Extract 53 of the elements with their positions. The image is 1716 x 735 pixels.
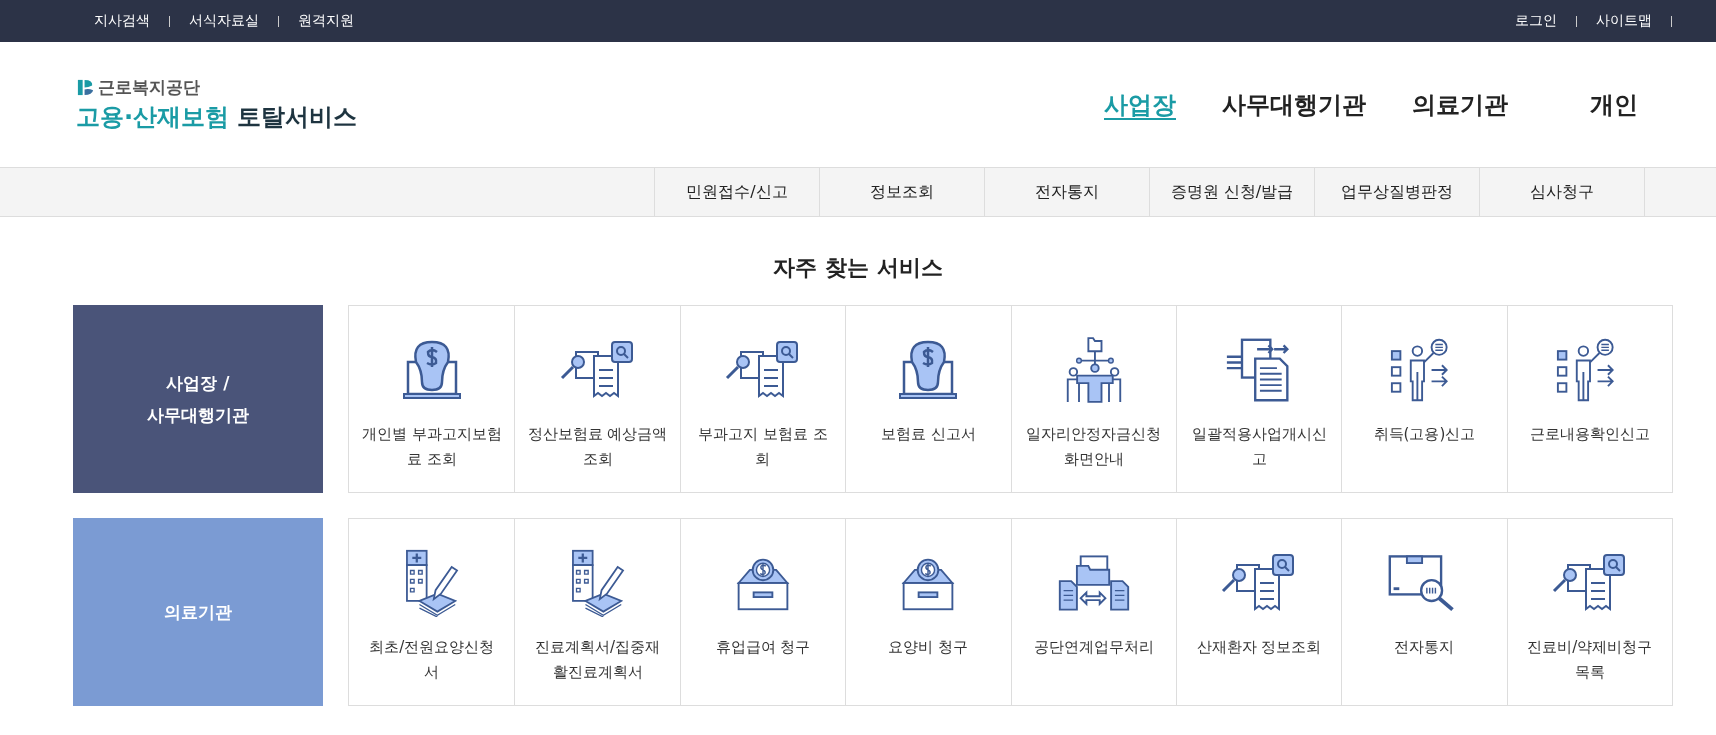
service-tile[interactable]: 개인별 부과고지보험료 조회 — [349, 306, 515, 492]
main-nav-tab[interactable]: 사무대행기관 — [1216, 88, 1372, 121]
logo-title: 토탈서비스 — [237, 102, 358, 133]
service-tile[interactable]: 공단연계업무처리 — [1010, 519, 1176, 705]
category-title: 사업장 / 사무대행기관 — [147, 371, 249, 427]
main-nav-tab[interactable]: 개인 — [1584, 88, 1644, 121]
sub-nav-item[interactable]: 민원접수/신고 — [654, 168, 819, 216]
section-title: 자주 찾는 서비스 — [772, 254, 944, 282]
top-link[interactable]: 사이트맵 — [1596, 12, 1652, 30]
service-tile[interactable]: 취득(고용)신고 — [1341, 306, 1507, 492]
sub-nav-item[interactable]: 업무상질병판정 — [1314, 168, 1479, 216]
sub-nav-item[interactable]: 정보조회 — [819, 168, 984, 216]
service-label: 공단연계업무처리 — [1033, 637, 1154, 658]
service-label: 취득(고용)신고 — [1373, 424, 1476, 445]
sub-nav-item[interactable]: 전자통지 — [984, 168, 1149, 216]
logo-icon — [76, 78, 95, 97]
service-label: 부과고지 보험료 조회 — [697, 424, 829, 470]
top-link[interactable]: 원격지원 — [298, 12, 354, 30]
service-label: 요양비 청구 — [888, 637, 969, 658]
logo-title-accent: 고용·산재보험 — [76, 102, 230, 133]
category-title: 의료기관 — [164, 600, 232, 624]
service-label: 산재환자 정보조회 — [1196, 637, 1322, 658]
logo-org-name: 근로복지공단 — [98, 76, 200, 99]
service-label: 휴업급여 청구 — [715, 637, 811, 658]
service-tile[interactable]: 일괄적용사업개시신고 — [1175, 306, 1342, 492]
service-label: 일자리안정자금신청화면안내 — [1025, 424, 1163, 470]
sub-nav-item[interactable]: 증명원 신청/발급 — [1149, 168, 1314, 216]
top-link[interactable]: 로그인 — [1515, 12, 1557, 30]
service-tile[interactable]: 전자통지 — [1341, 519, 1507, 705]
service-tile[interactable]: 보험료 신고서 — [845, 306, 1011, 492]
service-label: 최초/전원요양신청서 — [368, 637, 496, 683]
service-tile[interactable]: 요양비 청구 — [845, 519, 1011, 705]
service-label: 진료계획서/집중재활진료계획서 — [534, 637, 662, 683]
service-label: 근로내용확인신고 — [1529, 424, 1650, 445]
service-label: 일괄적용사업개시신고 — [1190, 424, 1328, 470]
service-tile[interactable]: 정산보험료 예상금액 조회 — [514, 306, 680, 492]
service-label: 정산보험료 예상금액 조회 — [527, 424, 668, 470]
service-label: 보험료 신고서 — [880, 424, 976, 445]
service-label: 전자통지 — [1394, 637, 1455, 658]
service-tile[interactable]: 산재환자 정보조회 — [1175, 519, 1342, 705]
service-label: 개인별 부과고지보험료 조회 — [361, 424, 502, 470]
service-tile[interactable]: 근로내용확인신고 — [1506, 306, 1672, 492]
top-link[interactable]: 서식자료실 — [189, 12, 259, 30]
service-label: 진료비/약제비청구목록 — [1526, 637, 1654, 683]
main-nav-tab[interactable]: 의료기관 — [1406, 88, 1514, 121]
service-tile[interactable]: 일자리안정자금신청화면안내 — [1010, 306, 1176, 492]
service-tile[interactable]: 진료계획서/집중재활진료계획서 — [514, 519, 680, 705]
service-tile[interactable]: 진료비/약제비청구목록 — [1506, 519, 1672, 705]
sub-nav-item[interactable]: 심사청구 — [1479, 168, 1645, 216]
service-tile[interactable]: 부과고지 보험료 조회 — [679, 306, 846, 492]
top-link[interactable]: 지사검색 — [94, 12, 150, 30]
service-tile[interactable]: 최초/전원요양신청서 — [349, 519, 515, 705]
service-tile[interactable]: 휴업급여 청구 — [679, 519, 846, 705]
